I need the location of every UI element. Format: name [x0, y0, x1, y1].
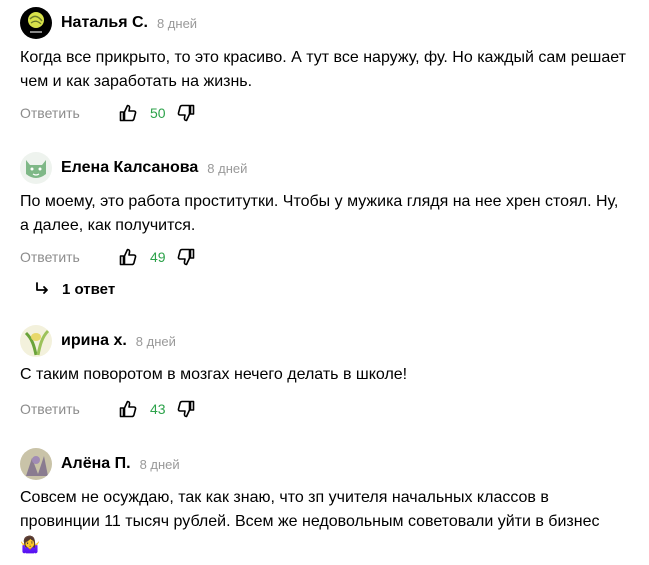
avatar[interactable]	[20, 7, 52, 39]
comment-date: 8 дней	[207, 160, 248, 176]
avatar[interactable]	[20, 325, 52, 357]
avatar[interactable]	[20, 152, 52, 184]
like-count: 50	[150, 105, 166, 121]
comment-header: Наталья С. 8 дней	[20, 6, 197, 40]
comment-text-content: Совсем не осуждаю, так как знаю, что зп …	[20, 489, 600, 530]
like-icon[interactable]	[119, 103, 137, 123]
reply-button[interactable]: Ответить	[20, 105, 119, 121]
reply-button[interactable]: Ответить	[20, 249, 119, 265]
comment-actions: Ответить 49	[20, 245, 195, 269]
comment-text: Когда все прикрыто, то это красиво. А ту…	[20, 49, 626, 90]
comment-header: ирина х. 8 дней	[20, 324, 176, 358]
comment-header: Елена Калсанова 8 дней	[20, 151, 247, 185]
dislike-icon[interactable]	[177, 399, 195, 419]
comment-date: 8 дней	[156, 15, 198, 31]
reply-arrow-icon	[34, 281, 50, 297]
comment-text: Совсем не осуждаю, так как знаю, что зп …	[20, 486, 630, 558]
dislike-icon[interactable]	[177, 247, 195, 267]
comment-header: Алёна П. 8 дней	[20, 447, 180, 481]
like-icon[interactable]	[119, 399, 137, 419]
show-replies-button[interactable]: 1 ответ	[34, 279, 115, 299]
comment-actions: Ответить 43	[20, 397, 195, 421]
shrug-emoji-icon: 🤷‍♀️	[20, 537, 40, 554]
reply-button[interactable]: Ответить	[20, 401, 119, 417]
like-count: 43	[150, 401, 166, 417]
like-icon[interactable]	[119, 247, 137, 267]
like-count: 49	[150, 249, 166, 265]
author-name[interactable]: ирина х.	[61, 332, 127, 350]
comment-text: По моему, это работа проститутки. Чтобы …	[20, 193, 619, 234]
replies-count-label: 1 ответ	[62, 280, 116, 298]
author-name[interactable]: Наталья С.	[61, 14, 148, 32]
author-name[interactable]: Алёна П.	[61, 455, 131, 473]
dislike-icon[interactable]	[177, 103, 195, 123]
comment-date: 8 дней	[135, 333, 176, 349]
avatar[interactable]	[20, 448, 52, 480]
author-name[interactable]: Елена Калсанова	[61, 159, 198, 177]
comment-date: 8 дней	[139, 456, 180, 472]
comment-text: С таким поворотом в мозгах нечего делать…	[20, 366, 408, 383]
comment-actions: Ответить 50	[20, 101, 195, 125]
